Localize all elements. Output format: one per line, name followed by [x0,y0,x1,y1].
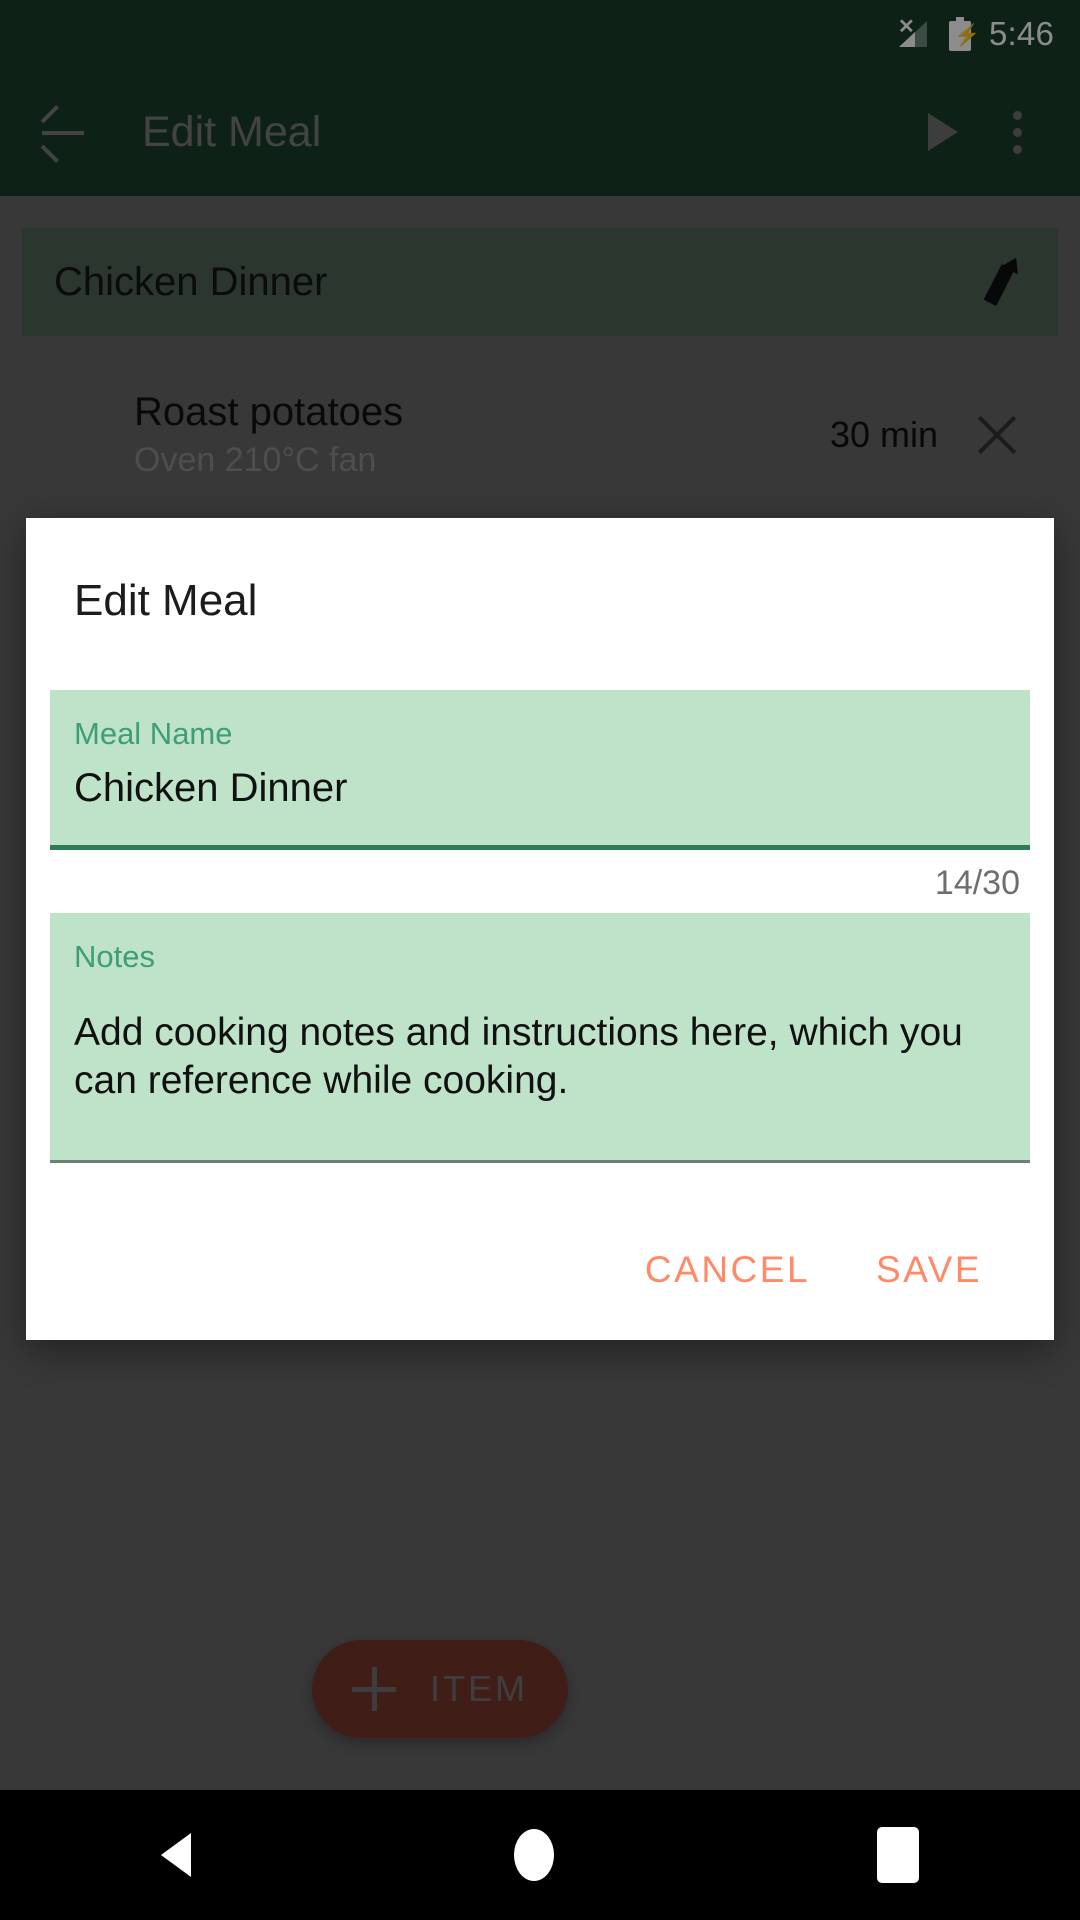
nav-back-icon[interactable] [161,1833,192,1877]
cancel-button[interactable]: CANCEL [645,1249,810,1291]
notes-value: Add cooking notes and instructions here,… [74,1011,963,1102]
phone-screen: ✕ ⚡ 5:46 Edit Meal Chicken Dinner Ro [0,0,1080,1920]
notes-input[interactable]: Notes Add cooking notes and instructions… [50,913,1030,1163]
meal-name-input[interactable]: Meal Name Chicken Dinner [50,690,1030,850]
dialog-actions: CANCEL SAVE [26,1200,1054,1340]
edit-meal-dialog: Edit Meal Meal Name Chicken Dinner 14/30… [26,518,1054,1340]
notes-label: Notes [74,939,155,974]
nav-home-icon[interactable] [513,1829,554,1881]
system-navigation-bar [0,1790,1080,1920]
save-button[interactable]: SAVE [876,1249,982,1291]
dialog-title: Edit Meal [74,576,258,625]
meal-name-character-counter: 14/30 [934,864,1020,902]
meal-name-value: Chicken Dinner [74,766,348,810]
meal-name-label: Meal Name [74,716,233,751]
nav-recents-icon[interactable] [876,1827,919,1883]
